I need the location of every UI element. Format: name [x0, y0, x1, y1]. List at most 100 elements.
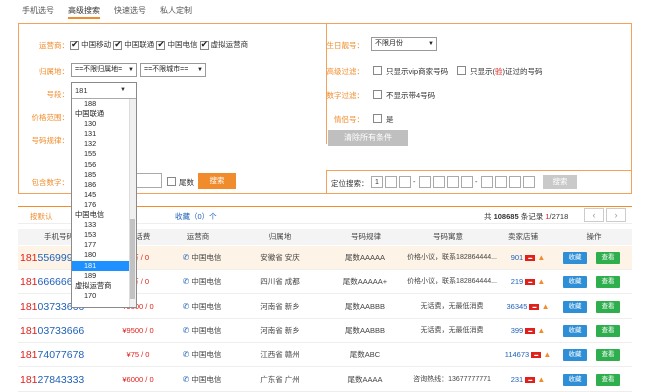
scrollbar-thumb[interactable]: [130, 219, 135, 299]
segment-select[interactable]: 181 ▼: [72, 83, 136, 99]
table-row[interactable]: 18103733666 ¥9500 / 0 ✆ 中国电信 河南省 新乡 尾数AABBB 无…: [18, 318, 632, 343]
telecom-icon: ✆: [182, 253, 190, 262]
segment-option[interactable]: 133: [72, 220, 136, 230]
locate-digit-7[interactable]: [461, 176, 473, 188]
table-row[interactable]: 18127843333 ¥6000 / 0 ✆ 中国电信 广东省 广州 尾数AAAA 咨询…: [18, 367, 632, 392]
shop-link[interactable]: 36345: [507, 302, 528, 311]
shop-link[interactable]: 114673: [505, 350, 529, 359]
segment-option[interactable]: 156: [72, 160, 136, 170]
locate-digit-4[interactable]: [419, 176, 431, 188]
segment-option[interactable]: 176: [72, 200, 136, 210]
segment-option[interactable]: 181: [72, 260, 136, 271]
segment-option[interactable]: 130: [72, 119, 136, 129]
locate-digit-8[interactable]: [481, 176, 493, 188]
prev-page-button[interactable]: ‹: [584, 208, 604, 222]
no4-checkbox[interactable]: [373, 90, 382, 99]
segment-option[interactable]: 132: [72, 139, 136, 149]
locate-digit-11[interactable]: [523, 176, 535, 188]
vip-text: 只显示vip商家号码: [386, 67, 449, 76]
locate-search-button[interactable]: 搜索: [543, 175, 577, 189]
view-button[interactable]: 查看: [596, 349, 620, 362]
tab-phone-select[interactable]: 手机选号: [22, 5, 54, 19]
locate-dash: -: [413, 177, 416, 186]
favorite-button[interactable]: 收藏: [563, 373, 587, 386]
tab-private-custom[interactable]: 私人定制: [160, 5, 192, 19]
shop-link[interactable]: 901: [511, 253, 524, 262]
number-prefix: 181: [20, 373, 38, 386]
telecom-icon: ✆: [182, 374, 190, 384]
view-button[interactable]: 查看: [596, 276, 620, 289]
favorite-button[interactable]: 收藏: [563, 276, 587, 289]
page-total: /2718: [549, 212, 569, 221]
favorite-button[interactable]: 收藏: [563, 300, 587, 313]
couple-checkbox[interactable]: [373, 114, 382, 123]
segment-option[interactable]: 131: [72, 129, 136, 139]
segment-option[interactable]: 186: [72, 180, 136, 190]
shop-link[interactable]: 399: [511, 326, 524, 335]
telecom-icon: ✆: [182, 301, 190, 311]
table-row[interactable]: 18174077678 ¥75 / 0 ✆ 中国电信 江西省 赣州 尾数ABC 11467…: [18, 343, 632, 368]
rule-value: 尾数AAAA: [347, 374, 383, 384]
carrier-cell: ✆ 中国电信: [174, 319, 230, 343]
view-button[interactable]: 查看: [596, 324, 620, 337]
number-rest: 666666: [37, 276, 73, 289]
favorites-link[interactable]: 收藏（0）个: [175, 211, 217, 222]
tail-checkbox[interactable]: [167, 177, 176, 186]
birthday-select[interactable]: 不限月份 ▼: [371, 37, 437, 51]
segment-option[interactable]: 177: [72, 240, 136, 250]
view-button[interactable]: 查看: [596, 300, 620, 313]
tab-quick-select[interactable]: 快速选号: [114, 5, 146, 19]
view-button[interactable]: 查看: [596, 373, 620, 386]
carrier-virtual-checkbox[interactable]: [199, 39, 209, 50]
clear-all-button[interactable]: 清除所有条件: [328, 130, 408, 146]
next-page-button[interactable]: ›: [606, 208, 626, 222]
segment-dropdown[interactable]: 181 ▼ 188 中国联通 130 131 132 155 156 185 186 145 176 中…: [71, 82, 137, 308]
segment-option[interactable]: 180: [72, 250, 136, 260]
shop-link[interactable]: 231: [511, 375, 524, 384]
vip-badge-icon: ▬: [525, 327, 536, 334]
locate-digit-9[interactable]: [495, 176, 507, 188]
segment-option[interactable]: 145: [72, 190, 136, 200]
col-actions: 操作: [586, 232, 602, 241]
segment-value: 181: [75, 86, 88, 95]
locate-digit-10[interactable]: [509, 176, 521, 188]
contain-digits-input[interactable]: [136, 173, 162, 188]
phone-number[interactable]: 18103733666: [20, 319, 100, 343]
province-select[interactable]: ==不限归属地= ▼: [71, 63, 137, 77]
locate-digit-3[interactable]: [399, 176, 411, 188]
carrier-mobile-checkbox[interactable]: [70, 39, 79, 50]
locate-digit-5[interactable]: [433, 176, 445, 188]
segment-option[interactable]: 153: [72, 230, 136, 240]
view-button[interactable]: 查看: [596, 252, 620, 264]
locate-digit-6[interactable]: [447, 176, 459, 188]
sort-default-button[interactable]: 按默认: [30, 211, 53, 222]
segment-option[interactable]: 155: [72, 149, 136, 159]
locate-digit-2[interactable]: [385, 176, 397, 188]
search-button[interactable]: 搜索: [198, 173, 236, 189]
verified-checkbox[interactable]: [457, 66, 466, 75]
segment-option[interactable]: 170: [72, 291, 136, 301]
meaning-value: 无话费，无最低消费: [420, 326, 484, 334]
tab-advanced-search[interactable]: 高级搜索: [68, 5, 100, 19]
vip-badge-icon: ▬: [525, 279, 536, 286]
shop-cell: 36345 ▬ ▲: [492, 295, 564, 319]
favorite-button[interactable]: 收藏: [563, 349, 587, 362]
city-select[interactable]: ==不限城市== ▼: [140, 63, 206, 77]
dropdown-scrollbar[interactable]: [129, 99, 136, 307]
shop-link[interactable]: 219: [511, 277, 524, 286]
phone-number[interactable]: 18127843333: [20, 368, 100, 392]
segment-group-label: 中国联通: [75, 109, 105, 119]
segment-option[interactable]: 189: [72, 271, 136, 281]
favorite-button[interactable]: 收藏: [563, 324, 587, 337]
locate-digit-1[interactable]: 1: [371, 176, 383, 188]
favorite-button[interactable]: 收藏: [563, 252, 587, 264]
locate-label: 定位搜索：: [331, 179, 369, 188]
carrier-unicom-checkbox[interactable]: [113, 39, 123, 50]
carrier-name: 中国电信: [191, 277, 222, 287]
vip-checkbox[interactable]: [373, 66, 382, 75]
segment-option[interactable]: 188: [72, 99, 136, 109]
segment-option[interactable]: 185: [72, 170, 136, 180]
carrier-telecom-checkbox[interactable]: [156, 39, 166, 50]
region-value: 江西省 赣州: [260, 350, 300, 360]
phone-number[interactable]: 18174077678: [20, 343, 100, 367]
